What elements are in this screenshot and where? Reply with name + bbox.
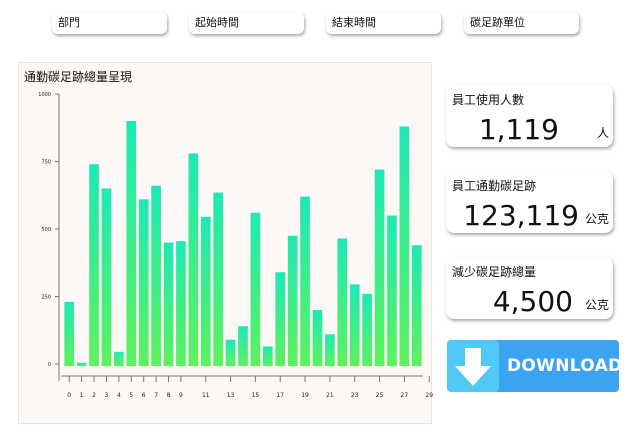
download-arrow-icon	[447, 340, 499, 392]
filter-department-label: 部門	[58, 16, 80, 29]
bar	[300, 196, 310, 366]
bar	[138, 199, 149, 366]
y-tick-label: 1000	[38, 92, 51, 98]
bar	[275, 272, 286, 366]
filter-unit-button[interactable]: 碳足跡單位	[464, 12, 579, 34]
bar	[225, 339, 236, 366]
x-tick-label: 17	[276, 392, 284, 399]
filter-end-time-label: 結束時間	[332, 16, 376, 29]
x-tick-label: 27	[401, 392, 409, 399]
bar	[262, 346, 273, 366]
bar	[362, 293, 372, 366]
x-tick-label: 15	[252, 392, 260, 399]
bar	[76, 362, 87, 366]
filter-department-button[interactable]: 部門	[52, 12, 167, 34]
x-tick-label: 25	[376, 392, 384, 399]
reduced-carbon-card: 減少碳足跡總量 4,500 公克	[446, 257, 613, 319]
chart-panel: 0 250 500 750 1000 0 1 2 3 4 5 6 7 8 9 11 13 15 17 19 21 23 25…	[18, 62, 433, 424]
x-tick-label: 8	[167, 392, 171, 399]
y-tick-label: 250	[41, 295, 51, 301]
bar	[89, 164, 99, 366]
filter-start-time-button[interactable]: 起始時間	[189, 12, 304, 34]
download-button[interactable]: DOWNLOAD	[447, 340, 623, 392]
download-label: DOWNLOAD	[507, 356, 623, 376]
commute-carbon-unit: 公克	[584, 212, 609, 226]
bar	[411, 245, 422, 366]
commute-carbon-label: 員工通勤碳足跡	[452, 179, 537, 193]
bar	[250, 212, 261, 366]
x-tick-label: 19	[301, 392, 309, 399]
x-tick-label: 2	[92, 392, 96, 399]
employee-count-card: 員工使用人數 1,119 人	[446, 85, 613, 147]
bar	[312, 310, 323, 366]
x-tick-label: 11	[202, 392, 210, 399]
x-tick-label: 5	[129, 392, 133, 399]
employee-count-value: 1,119	[478, 113, 559, 146]
y-tick-label: 750	[41, 160, 51, 166]
bar	[176, 241, 186, 366]
bar	[151, 185, 161, 366]
commute-carbon-value: 123,119	[463, 199, 579, 232]
employee-count-label: 員工使用人數	[452, 93, 525, 107]
chart-title: 通勤碳足跡總量呈現	[24, 70, 133, 84]
bar	[188, 153, 199, 366]
y-tick-label: 0	[48, 362, 51, 368]
x-tick-label: 1	[80, 392, 84, 399]
bar	[101, 188, 112, 366]
bar	[387, 215, 397, 366]
reduced-carbon-unit: 公克	[584, 298, 609, 312]
y-tick-label: 500	[41, 227, 51, 233]
x-tick-label: 21	[326, 392, 334, 399]
bar	[374, 169, 385, 366]
bar	[337, 238, 348, 366]
bar	[64, 301, 75, 366]
x-tick-label: 6	[142, 392, 146, 399]
x-tick-label: 9	[179, 392, 183, 399]
bar	[213, 192, 224, 366]
bar	[200, 216, 211, 366]
employee-count-unit: 人	[596, 126, 609, 140]
reduced-carbon-label: 減少碳足跡總量	[452, 265, 537, 279]
x-tick-label: 7	[154, 392, 158, 399]
bar	[126, 121, 137, 366]
bar	[325, 334, 335, 366]
bar	[349, 284, 360, 366]
bar	[399, 126, 410, 367]
x-tick-label: 4	[117, 392, 121, 399]
bar	[163, 242, 174, 366]
filter-unit-label: 碳足跡單位	[470, 16, 525, 29]
x-tick-label: 29	[425, 392, 433, 399]
x-tick-label: 0	[67, 392, 71, 399]
x-tick-label: 23	[351, 392, 359, 399]
bar	[287, 235, 298, 366]
bar	[114, 351, 124, 366]
commute-carbon-card: 員工通勤碳足跡 123,119 公克	[446, 171, 613, 233]
x-tick-label: 3	[105, 392, 109, 399]
x-tick-label: 13	[227, 392, 235, 399]
bar	[238, 326, 248, 366]
filter-start-time-label: 起始時間	[195, 16, 239, 29]
reduced-carbon-value: 4,500	[492, 285, 573, 318]
commute-carbon-bar-chart: 025050075010000 1 2 3 4 5 6 7 8 9 11 13 15 17 19 21 23 25…	[38, 92, 433, 399]
filter-end-time-button[interactable]: 結束時間	[326, 12, 441, 34]
